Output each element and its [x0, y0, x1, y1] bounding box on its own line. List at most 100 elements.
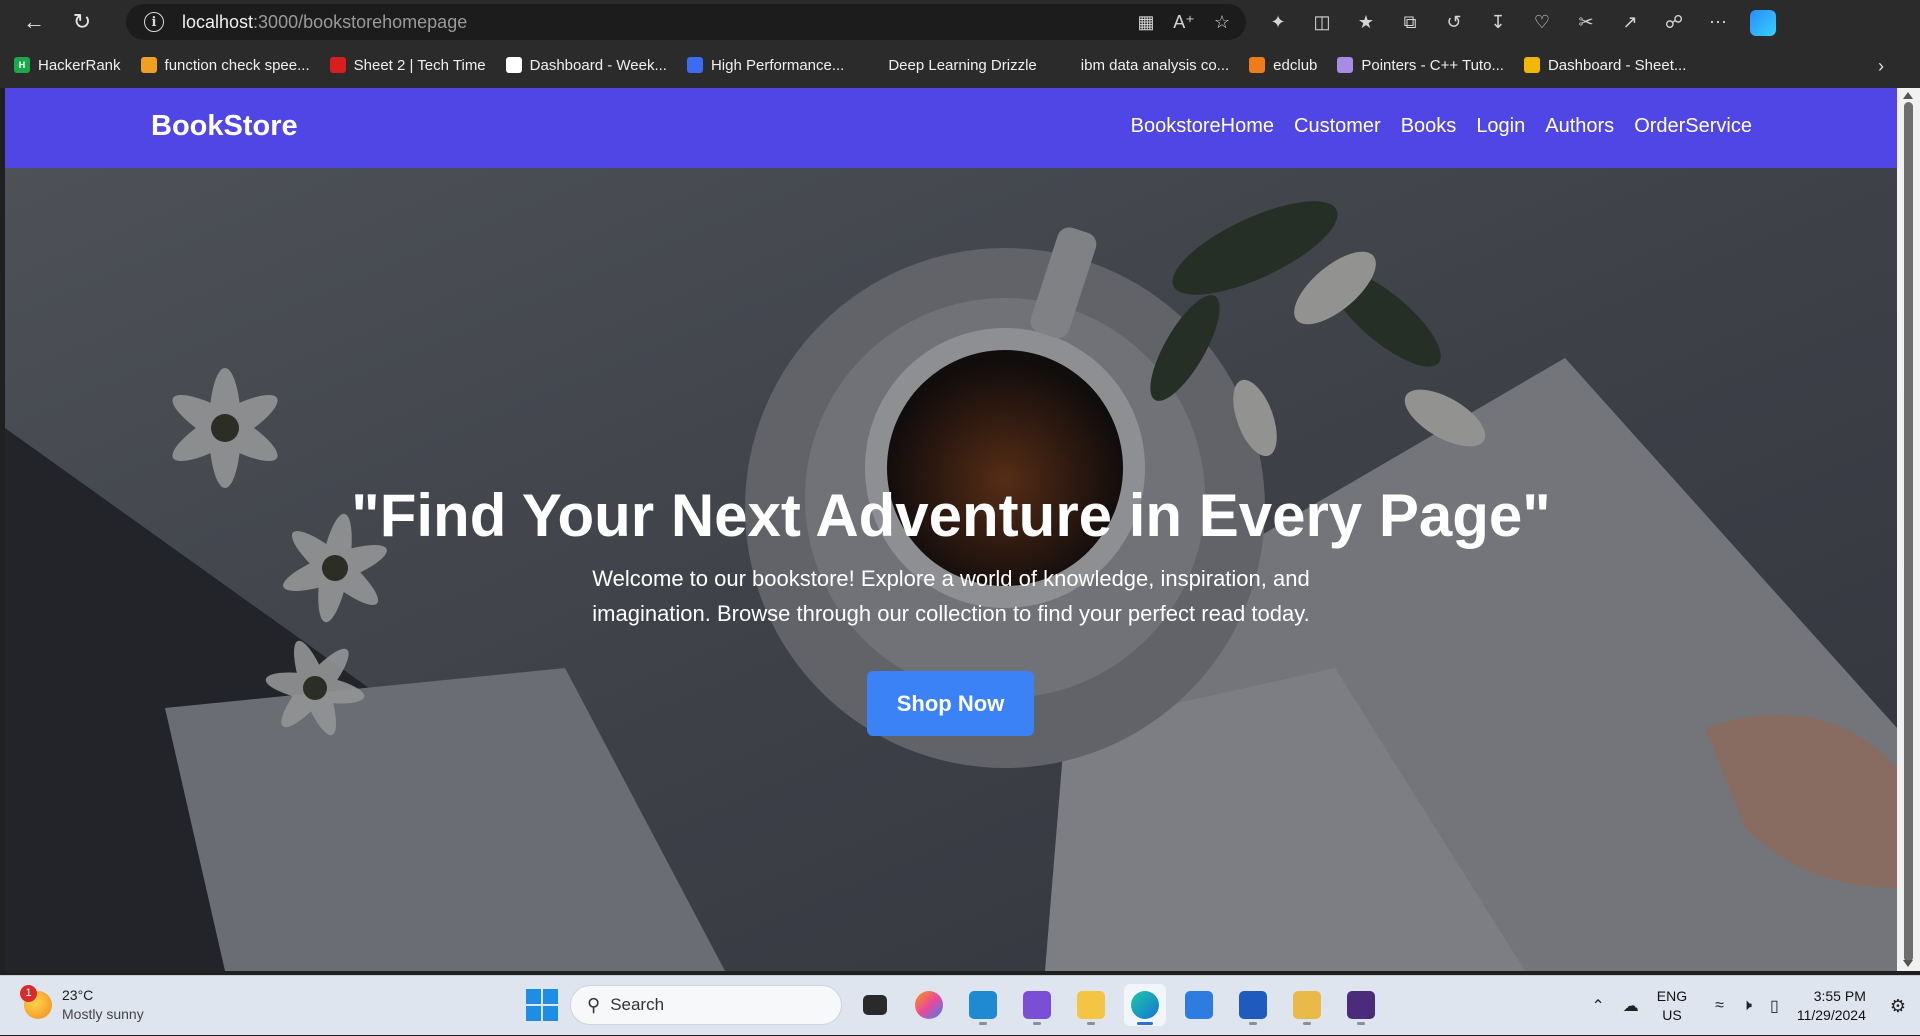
edge-browser-icon[interactable]: [1124, 984, 1166, 1026]
copilot-app-icon[interactable]: [908, 984, 950, 1026]
search-placeholder: Search: [610, 995, 665, 1014]
hero-title: "Find Your Next Adventure in Every Page": [351, 482, 1551, 549]
refresh-icon[interactable]: ↻: [62, 4, 102, 40]
bookmark-favicon-icon: [686, 57, 703, 73]
url-path: :3000/bookstorehomepage: [253, 11, 468, 32]
weather-widget[interactable]: 1 23°C Mostly sunny: [20, 985, 144, 1024]
terminal-icon[interactable]: [1340, 984, 1382, 1026]
notification-bell-icon[interactable]: ⚙: [1890, 996, 1906, 1017]
bookmark-favicon-icon: [1337, 57, 1354, 73]
windows-taskbar: 1 23°C Mostly sunny ⚲ Search ⌃ ☁ ENG US …: [0, 975, 1920, 1035]
split-screen-icon[interactable]: ◫: [1310, 10, 1334, 34]
notification-badge: 1: [20, 985, 37, 1002]
microsoft-store-icon[interactable]: [1178, 984, 1220, 1026]
site-info-icon[interactable]: i: [144, 12, 164, 32]
system-tray: ⌃ ☁ ENG US ≈ 🕨 ▯ 3:55 PM 11/29/2024 ⚙: [1591, 976, 1920, 1036]
bookmark-item[interactable]: Pointers - C++ Tuto...: [1337, 57, 1504, 74]
hero-subtitle: Welcome to our bookstore! Explore a worl…: [592, 566, 1310, 626]
bookmark-label: High Performance...: [710, 56, 845, 74]
browser-chrome: ← ↻ i localhost:3000/bookstorehomepage ▦…: [0, 0, 1920, 88]
nav-link-login[interactable]: Login: [1476, 115, 1525, 138]
share-icon[interactable]: ↗: [1618, 10, 1642, 34]
language-code: ENG: [1656, 988, 1688, 1004]
nav-link-bookstorehome[interactable]: BookstoreHome: [1131, 115, 1274, 138]
bookmark-favicon-icon: [329, 57, 346, 73]
bookmark-item[interactable]: function check spee...: [140, 57, 310, 74]
bookmark-item[interactable]: H HackerRank: [14, 57, 121, 74]
shop-now-button[interactable]: Shop Now: [867, 671, 1034, 736]
file-explorer-icon[interactable]: [1070, 984, 1112, 1026]
nav-link-customer[interactable]: Customer: [1294, 115, 1381, 138]
bookmark-item[interactable]: Dashboard - Week...: [505, 56, 667, 74]
bookmark-item[interactable]: ibm data analysis co...: [1056, 57, 1229, 74]
address-bar[interactable]: i localhost:3000/bookstorehomepage ▦ A⁺ …: [126, 4, 1246, 40]
weather-condition: Mostly sunny: [62, 1006, 144, 1022]
page-scrollbar[interactable]: [1897, 88, 1920, 971]
bookmark-item[interactable]: edclub: [1249, 57, 1317, 74]
browser-essentials-icon[interactable]: ♡: [1530, 10, 1554, 34]
vscode-icon[interactable]: [962, 984, 1004, 1026]
bookmark-label: Dashboard - Week...: [529, 56, 667, 74]
chevron-up-icon[interactable]: ⌃: [1591, 996, 1604, 1016]
nav-links: BookstoreHome Customer Books Login Autho…: [1131, 115, 1752, 138]
bookmark-item[interactable]: Deep Learning Drizzle: [864, 56, 1037, 74]
bookmark-item[interactable]: High Performance...: [686, 56, 845, 74]
onedrive-cloud-icon[interactable]: ☁: [1623, 996, 1639, 1016]
more-menu-icon[interactable]: ⋯: [1706, 10, 1730, 34]
hero-section: "Find Your Next Adventure in Every Page"…: [5, 168, 1897, 971]
extensions-icon[interactable]: ✦: [1266, 10, 1290, 34]
bookmark-label: Pointers - C++ Tuto...: [1361, 56, 1504, 74]
bookmark-item[interactable]: Sheet 2 | Tech Time: [329, 56, 486, 74]
favorites-icon[interactable]: ★: [1354, 10, 1378, 34]
collections-icon[interactable]: ⧉: [1398, 10, 1422, 34]
read-aloud-icon[interactable]: A⁺: [1172, 10, 1196, 34]
bookmark-favicon-icon: [1523, 57, 1540, 73]
bookmark-label: edclub: [1273, 56, 1318, 74]
scroll-down-icon[interactable]: [1903, 960, 1913, 967]
visual-studio-icon[interactable]: [1016, 984, 1058, 1026]
favorite-star-icon[interactable]: ☆: [1210, 10, 1234, 34]
task-view-icon[interactable]: [854, 984, 896, 1026]
app-available-icon[interactable]: ▦: [1134, 10, 1158, 34]
bookmark-label: Sheet 2 | Tech Time: [353, 56, 486, 74]
battery-icon[interactable]: ▯: [1770, 996, 1779, 1016]
bookmark-favicon-icon: [1249, 57, 1266, 73]
history-icon[interactable]: ↺: [1442, 10, 1466, 34]
nav-link-books[interactable]: Books: [1401, 115, 1457, 138]
url-host: localhost: [182, 11, 254, 32]
start-button[interactable]: [526, 989, 558, 1021]
downloads-icon[interactable]: ↧: [1486, 10, 1510, 34]
nav-link-orderservice[interactable]: OrderService: [1634, 115, 1752, 138]
wifi-icon[interactable]: ≈: [1715, 997, 1724, 1015]
bookmark-label: Deep Learning Drizzle: [888, 56, 1037, 74]
snipping-tool-icon[interactable]: [1286, 984, 1328, 1026]
bookmark-item[interactable]: Dashboard - Sheet...: [1523, 56, 1687, 74]
workspaces-icon[interactable]: ☍: [1662, 10, 1686, 34]
language-indicator[interactable]: ENG US: [1657, 987, 1687, 1025]
copilot-icon[interactable]: [1750, 10, 1776, 36]
bookmarks-bar: H HackerRank function check spee... Sheet 2…: [0, 48, 1920, 82]
search-icon: ⚲: [587, 994, 601, 1015]
word-icon[interactable]: [1232, 984, 1274, 1026]
bookmark-label: HackerRank: [38, 56, 121, 74]
url-text[interactable]: localhost:3000/bookstorehomepage: [182, 12, 467, 33]
page-viewport: BookStore BookstoreHome Customer Books L…: [5, 88, 1897, 971]
chevron-right-icon[interactable]: ›: [1878, 56, 1884, 77]
bookmark-favicon-icon: [1056, 57, 1073, 73]
scrollbar-thumb[interactable]: [1904, 102, 1913, 962]
site-navbar: BookStore BookstoreHome Customer Books L…: [5, 88, 1897, 168]
scroll-up-icon[interactable]: [1903, 92, 1913, 99]
taskbar-search[interactable]: ⚲ Search: [570, 985, 842, 1025]
weather-temperature: 23°C: [62, 987, 94, 1003]
clock[interactable]: 3:55 PM 11/29/2024: [1797, 987, 1866, 1025]
bookmark-favicon-icon: H: [14, 57, 30, 73]
bookmark-label: Dashboard - Sheet...: [1547, 56, 1687, 74]
volume-icon[interactable]: 🕨: [1742, 997, 1752, 1015]
clock-time: 3:55 PM: [1813, 988, 1866, 1004]
nav-link-authors[interactable]: Authors: [1545, 115, 1614, 138]
bookmark-favicon-icon: [140, 57, 157, 73]
screenshot-icon[interactable]: ✂: [1574, 10, 1598, 34]
bookmark-favicon-icon: [864, 57, 881, 73]
brand-logo[interactable]: BookStore: [151, 110, 298, 143]
back-icon[interactable]: ←: [14, 4, 54, 40]
